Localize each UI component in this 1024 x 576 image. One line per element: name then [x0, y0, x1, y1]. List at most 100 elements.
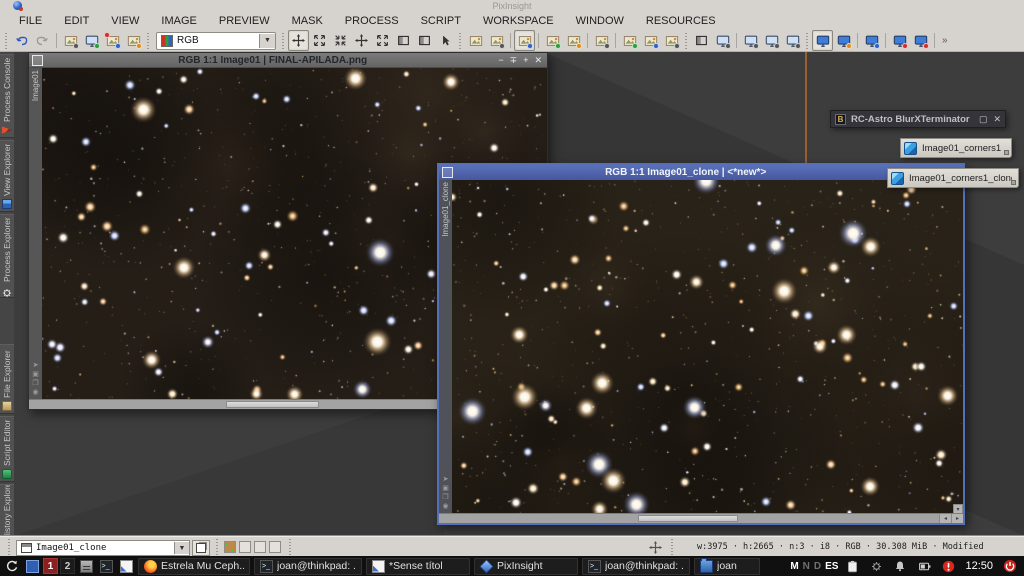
menu-mask[interactable]: MASK — [281, 12, 334, 30]
display-channel-selector[interactable]: RGB ▼ — [156, 32, 276, 50]
image-properties-icon[interactable] — [60, 30, 81, 51]
workspace-close-button[interactable] — [889, 30, 910, 51]
view-selector-strip[interactable]: Image01_clone ➤ ▣ ❐ ◉ — [439, 180, 452, 513]
active-view-selector[interactable]: Image01_clone ▼ — [16, 540, 190, 556]
histogram-icon[interactable] — [123, 30, 144, 51]
dock-tab-script-editor[interactable]: Script Editor — [0, 416, 14, 482]
menu-view[interactable]: VIEW — [100, 12, 150, 30]
workspace-switch-3[interactable] — [254, 541, 266, 553]
layers-icon[interactable]: ❐ — [32, 380, 38, 388]
dock-tab-view-explorer[interactable]: View Explorer — [0, 140, 14, 212]
scroll-right-arrow[interactable]: ▸ — [951, 514, 963, 523]
image-zoom-in-button[interactable] — [563, 30, 584, 51]
battery-icon[interactable] — [915, 557, 933, 575]
menu-process[interactable]: PROCESS — [334, 12, 410, 30]
task-terminal-2[interactable]: joan@thinkpad: ... — [582, 558, 690, 575]
session-refresh-icon[interactable] — [3, 557, 21, 575]
image-edit-icon[interactable] — [465, 30, 486, 51]
image-zoom-out-button[interactable] — [542, 30, 563, 51]
workspace-monitor-button[interactable] — [812, 30, 833, 51]
toolbar-grip[interactable] — [146, 33, 151, 49]
alert-tray-icon[interactable] — [939, 557, 957, 575]
task-firefox[interactable]: Estrela Mu Ceph... — [138, 558, 250, 575]
toolbar-overflow-chevron[interactable]: » — [942, 35, 947, 46]
zoom-out-mode-button[interactable] — [330, 30, 351, 51]
desktop-workspace-2[interactable]: 2 — [60, 558, 75, 574]
redo-button[interactable] — [32, 30, 53, 51]
view-selector-strip[interactable]: Image01 ➤ ▣ ❐ ◉ — [29, 68, 42, 399]
starfield-image[interactable] — [452, 180, 963, 513]
workspace-switch-2[interactable] — [239, 541, 251, 553]
power-button-icon[interactable] — [1001, 557, 1019, 575]
updates-tray-icon[interactable] — [867, 557, 885, 575]
toolbar-grip[interactable] — [805, 33, 810, 49]
file-manager-launcher-icon[interactable] — [77, 557, 95, 575]
terminal-launcher-icon[interactable] — [97, 557, 115, 575]
zoom-in-mode-button[interactable] — [309, 30, 330, 51]
image-annotate-icon[interactable] — [486, 30, 507, 51]
undo-button[interactable] — [11, 30, 32, 51]
scroll-left-arrow[interactable]: ◂ — [939, 514, 951, 523]
statusbar-grip[interactable] — [670, 539, 675, 555]
center-view-button[interactable] — [372, 30, 393, 51]
duplicate-view-button[interactable] — [192, 540, 210, 556]
editor-launcher-icon[interactable] — [117, 557, 135, 575]
window-titlebar[interactable]: PixInsight — [0, 0, 1024, 12]
iconized-window-corners1[interactable]: Image01_corners1 — [900, 138, 1012, 158]
layers-icon[interactable]: ❐ — [442, 494, 448, 502]
toolbar-grip[interactable] — [684, 33, 689, 49]
menu-script[interactable]: SCRIPT — [410, 12, 472, 30]
scrollbar-thumb[interactable] — [226, 401, 319, 408]
menu-preview[interactable]: PREVIEW — [208, 12, 281, 30]
window-tile-button[interactable] — [740, 30, 761, 51]
window-arrange-button[interactable] — [782, 30, 803, 51]
keyboard-layout-es[interactable]: ES — [825, 561, 838, 572]
iconize-button[interactable]: − — [498, 56, 503, 65]
split-view-button[interactable] — [691, 30, 712, 51]
edit-preview-mode-button[interactable] — [414, 30, 435, 51]
select-mode-button[interactable] — [435, 30, 456, 51]
image-accept-button[interactable] — [619, 30, 640, 51]
panel-restore-button[interactable]: ▢ — [979, 114, 988, 125]
dock-tab-file-explorer[interactable]: File Explorer — [0, 344, 14, 414]
toolbar-grip[interactable] — [281, 33, 286, 49]
blurxterminator-panel[interactable]: B RC-Astro BlurXTerminator ▢ ✕ — [830, 110, 1006, 128]
menu-resources[interactable]: RESOURCES — [635, 12, 727, 30]
shade-button[interactable]: ∓ — [510, 56, 518, 65]
statusbar-grip[interactable] — [288, 539, 293, 555]
image-window-titlebar[interactable]: RGB 1:1 Image01 | FINAL-APILADA.png − ∓ … — [29, 53, 547, 68]
notifications-bell-icon[interactable] — [891, 557, 909, 575]
task-editor[interactable]: *Sense títol — [366, 558, 470, 575]
image-history-button[interactable] — [640, 30, 661, 51]
maximize-button[interactable]: + — [523, 56, 528, 65]
new-preview-icon[interactable] — [81, 30, 102, 51]
dock-tab-process-console[interactable]: Process Console — [0, 54, 14, 138]
image-revert-button[interactable] — [591, 30, 612, 51]
window-cascade-button[interactable] — [761, 30, 782, 51]
workspace-image-button[interactable] — [833, 30, 854, 51]
menu-workspace[interactable]: WORKSPACE — [472, 12, 565, 30]
statusbar-grip[interactable] — [7, 539, 12, 555]
task-file-manager[interactable]: joan — [694, 558, 760, 575]
image-window-icon[interactable] — [32, 55, 43, 66]
iconized-window-corners1-clone[interactable]: Image01_corners1_clone — [887, 168, 1019, 188]
clipboard-tray-icon[interactable] — [843, 557, 861, 575]
pan-mode-button[interactable] — [351, 30, 372, 51]
scrollbar-thumb[interactable] — [638, 515, 738, 522]
workspace-swap-button[interactable] — [861, 30, 882, 51]
menu-image[interactable]: IMAGE — [150, 12, 207, 30]
menu-window[interactable]: WINDOW — [565, 12, 635, 30]
view-dropdown-arrow[interactable]: ▼ — [174, 542, 189, 554]
panel-close-button[interactable]: ✕ — [993, 114, 1001, 125]
toolbar-grip[interactable] — [458, 33, 463, 49]
workspace[interactable]: RGB 1:1 Image01 | FINAL-APILADA.png − ∓ … — [14, 52, 1024, 536]
image-window-icon[interactable] — [442, 167, 453, 178]
settings-icon[interactable]: ◉ — [442, 503, 448, 511]
new-preview-mode-button[interactable] — [393, 30, 414, 51]
task-pixinsight[interactable]: PixInsight — [474, 558, 578, 575]
menu-edit[interactable]: EDIT — [53, 12, 100, 30]
image-zoom-tool-button[interactable] — [514, 30, 535, 51]
image-window-clone[interactable]: RGB 1:1 Image01_clone | <*new*> − ∓ + ✕ … — [437, 163, 965, 525]
selection-mode-icon[interactable]: ▣ — [442, 485, 449, 493]
task-terminal-1[interactable]: joan@thinkpad: ... — [254, 558, 362, 575]
